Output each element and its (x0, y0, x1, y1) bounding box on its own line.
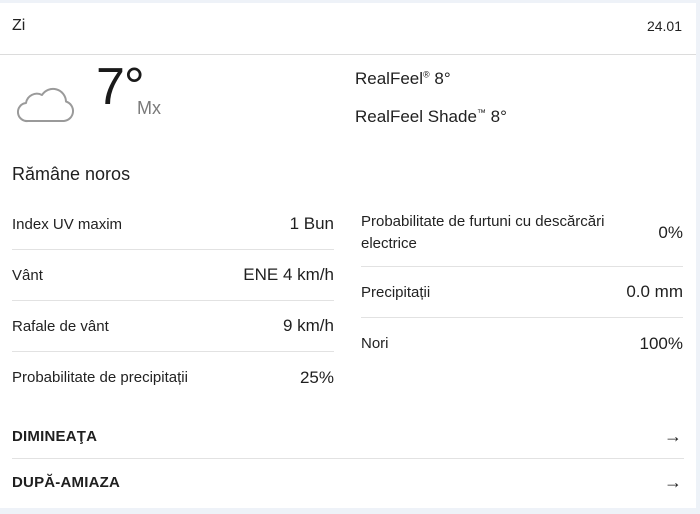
detail-label: Index UV maxim (12, 215, 123, 233)
section-label: DUPĂ-AMIAZA (12, 474, 121, 491)
detail-row-uv-index: Index UV maxim 1 Bun (12, 199, 334, 250)
detail-row-wind: Vânt ENE 4 km/h (12, 250, 334, 301)
realfeel-shade: RealFeel Shade™ 8° (355, 107, 507, 127)
detail-value: 0% (658, 222, 683, 242)
details-left: Index UV maxim 1 Bun Vânt ENE 4 km/h Raf… (12, 199, 334, 403)
detail-label: Nori (361, 335, 389, 352)
arrow-right-icon[interactable]: → (664, 426, 682, 447)
cloud-icon (17, 87, 75, 123)
details-right: Probabilitate de furtuni cu descărcări e… (361, 199, 683, 369)
day-forecast-card: Zi 24.01 7° Mx RealFeel® 8° RealFeel Sha… (0, 3, 696, 508)
detail-row-wind-gusts: Rafale de vânt 9 km/h (12, 301, 334, 352)
detail-row-thunderstorm-probability: Probabilitate de furtuni cu descărcări e… (361, 199, 683, 267)
weather-phrase: Rămâne noros (12, 164, 131, 184)
realfeel: RealFeel® 8° (355, 69, 451, 89)
detail-value: 100% (639, 333, 683, 353)
detail-row-precipitation: Precipitații 0.0 mm (361, 267, 683, 318)
section-label: DIMINEAŢA (12, 427, 98, 445)
morning-section-link[interactable]: DIMINEAŢA → (12, 414, 684, 459)
realfeel-shade-label: RealFeel Shade (355, 107, 477, 126)
detail-value: 9 km/h (282, 316, 334, 335)
detail-row-cloud-cover: Nori 100% (361, 318, 683, 369)
arrow-right-icon[interactable]: → (664, 472, 682, 493)
detail-value: 0.0 mm (626, 282, 683, 301)
detail-label: Precipitații (361, 283, 431, 301)
temperature-unit: Mx (137, 98, 161, 118)
realfeel-label: RealFeel (355, 69, 424, 88)
realfeel-registered-mark: ® (423, 69, 430, 80)
realfeel-shade-value: 8° (490, 107, 507, 126)
forecast-date: 24.01 (646, 18, 682, 34)
detail-label: Probabilitate de precipitații (12, 369, 188, 386)
detail-value: 25% (299, 367, 334, 387)
detail-value: ENE 4 km/h (243, 265, 334, 284)
card-title: Zi (12, 17, 26, 34)
detail-label: Probabilitate de furtuni cu descărcări e… (361, 212, 605, 252)
detail-value: 1 Bun (289, 214, 334, 233)
afternoon-section-link[interactable]: DUPĂ-AMIAZA → (12, 460, 684, 505)
realfeel-value: 8° (434, 69, 451, 88)
card-header: Zi 24.01 (0, 3, 696, 55)
detail-label: Vânt (12, 266, 43, 284)
realfeel-shade-trademark: ™ (476, 107, 486, 118)
detail-label: Rafale de vânt (12, 317, 109, 335)
detail-row-precip-probability: Probabilitate de precipitații 25% (12, 352, 334, 403)
